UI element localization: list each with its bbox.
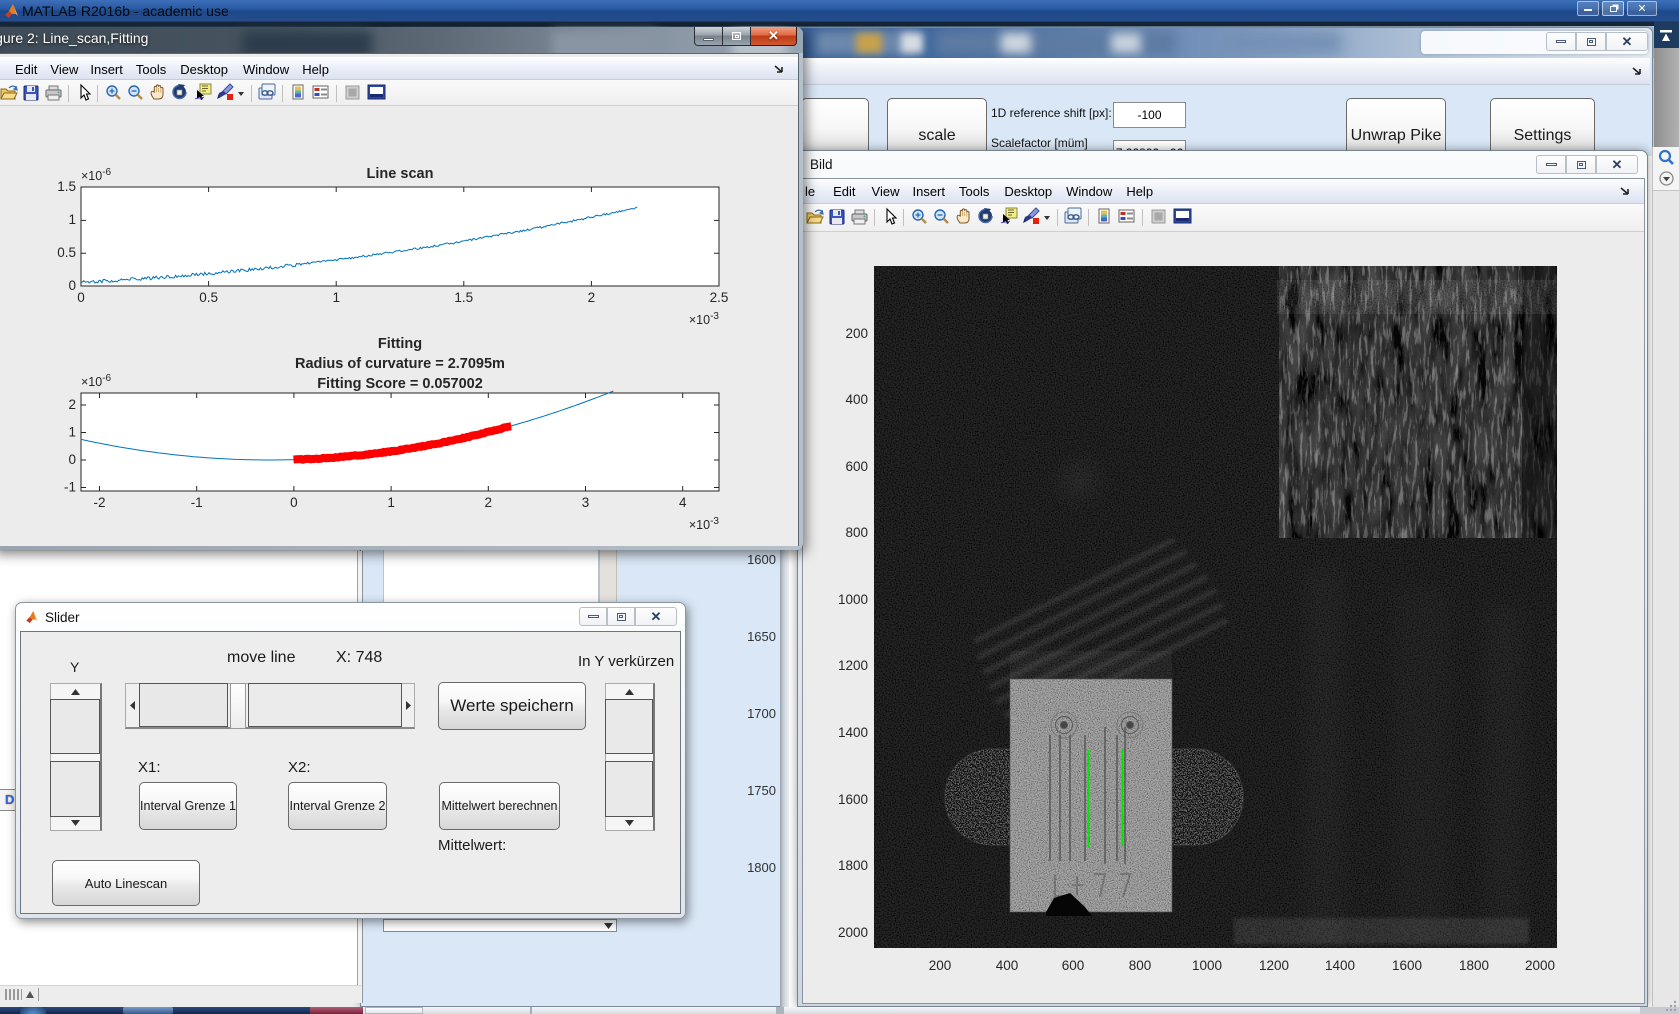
svg-text:×10-6: ×10-6 (81, 167, 112, 183)
svg-text:1: 1 (68, 212, 76, 227)
svg-text:×10-3: ×10-3 (689, 311, 720, 327)
svg-text:2.5: 2.5 (710, 290, 729, 305)
svg-text:4: 4 (679, 495, 687, 510)
svg-text:×10-3: ×10-3 (689, 516, 720, 532)
svg-text:Radius of curvature = 2.7095m: Radius of curvature = 2.7095m (295, 356, 505, 372)
svg-text:2: 2 (588, 290, 596, 305)
svg-text:1.5: 1.5 (454, 290, 473, 305)
svg-text:-2: -2 (93, 495, 105, 510)
svg-text:Line scan: Line scan (367, 166, 434, 182)
svg-text:1: 1 (332, 290, 340, 305)
svg-text:3: 3 (582, 495, 590, 510)
svg-text:1: 1 (387, 495, 395, 510)
svg-text:Fitting Score = 0.057002: Fitting Score = 0.057002 (317, 376, 483, 392)
svg-text:Fitting: Fitting (378, 336, 422, 352)
svg-text:0: 0 (290, 495, 298, 510)
svg-text:×10-6: ×10-6 (81, 373, 112, 389)
svg-text:1.5: 1.5 (57, 179, 76, 194)
svg-text:0: 0 (68, 278, 76, 293)
svg-text:0: 0 (77, 290, 85, 305)
svg-text:0: 0 (68, 452, 76, 467)
svg-text:2: 2 (68, 397, 76, 412)
svg-text:-1: -1 (64, 480, 76, 495)
svg-text:-1: -1 (191, 495, 203, 510)
svg-text:2: 2 (485, 495, 493, 510)
svg-text:1: 1 (68, 425, 76, 440)
svg-text:0.5: 0.5 (57, 245, 76, 260)
svg-text:0.5: 0.5 (199, 290, 218, 305)
